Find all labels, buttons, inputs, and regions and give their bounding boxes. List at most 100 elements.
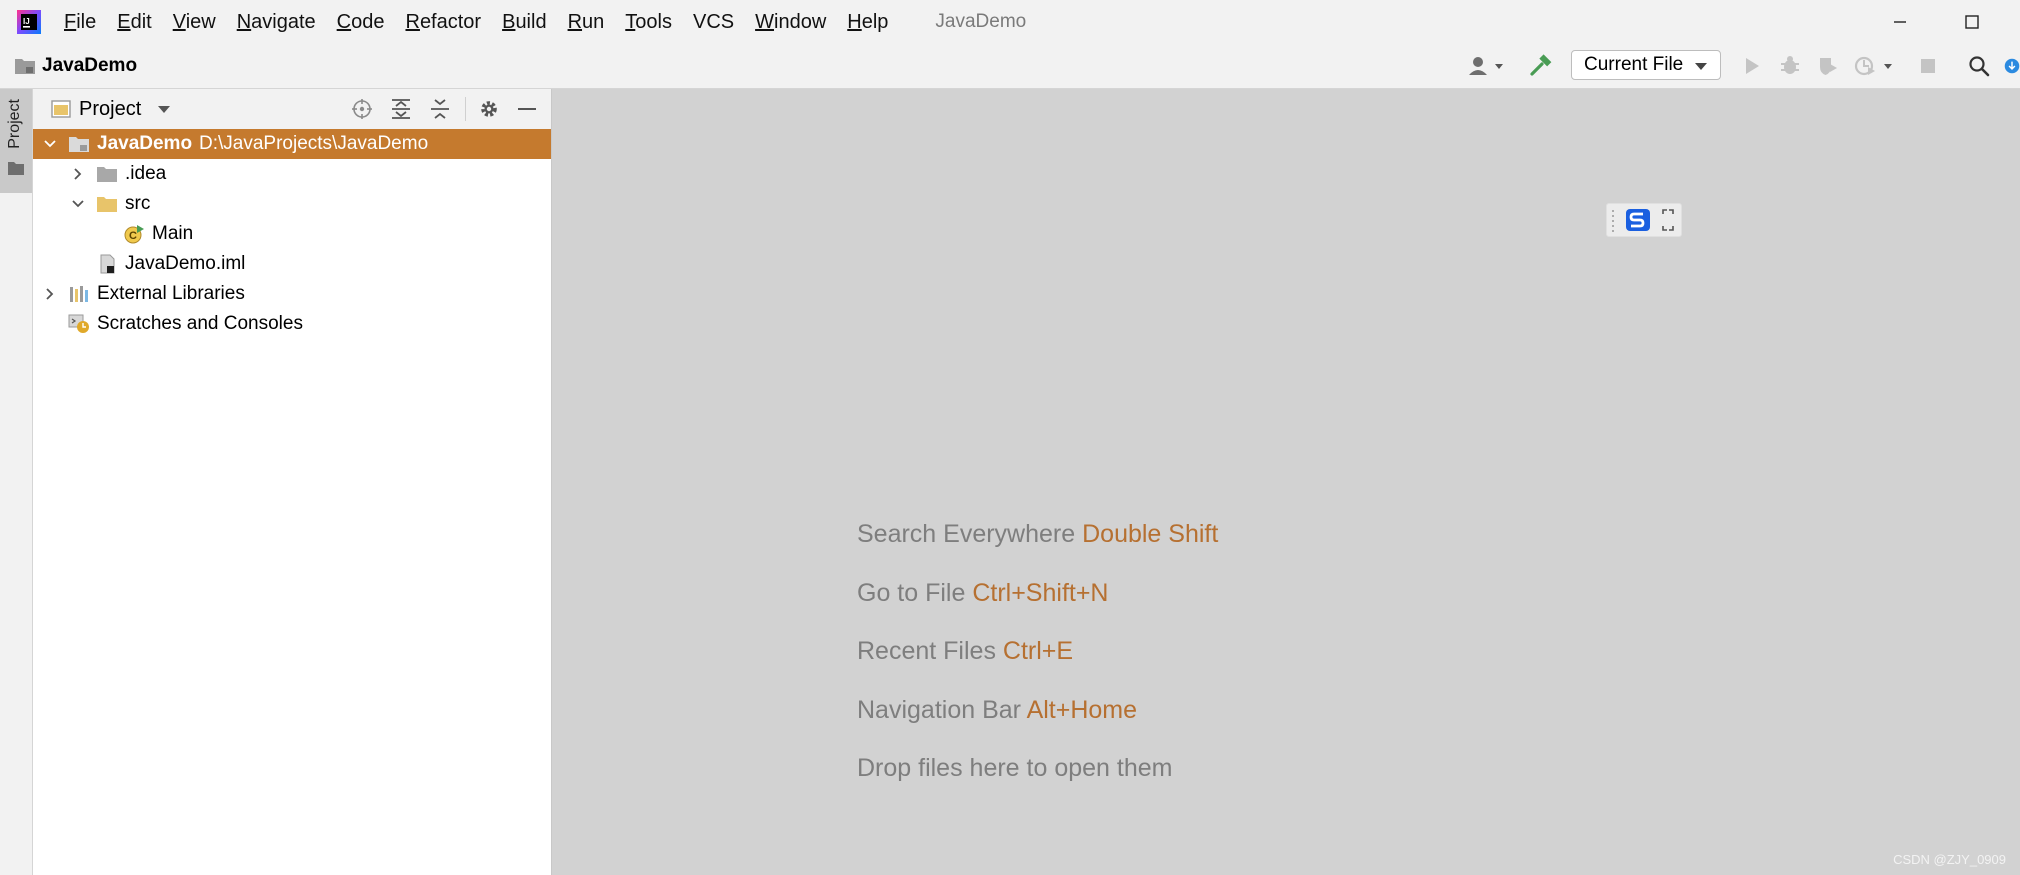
menu-bar: IJ File Edit View Navigate Code Refactor… (0, 0, 2020, 45)
chevron-right-icon[interactable] (43, 287, 57, 301)
run-icon (1746, 58, 1759, 74)
menu-view[interactable]: View (173, 11, 216, 34)
project-view-icon (51, 100, 71, 118)
project-folder-icon (68, 134, 90, 154)
vcs-user-button[interactable] (1466, 52, 1510, 80)
tree-node-external-libraries[interactable]: External Libraries (33, 279, 551, 309)
scratches-icon (68, 314, 90, 334)
chevron-down-icon[interactable] (71, 197, 85, 211)
chevron-down-icon[interactable] (43, 137, 57, 151)
sogou-input-icon[interactable] (1625, 208, 1651, 232)
menu-code[interactable]: Code (337, 11, 385, 34)
search-everywhere-button[interactable] (1964, 52, 1994, 80)
build-button[interactable] (1526, 52, 1556, 80)
menu-refactor[interactable]: Refactor (405, 11, 481, 34)
coverage-button[interactable] (1814, 52, 1842, 80)
updates-button[interactable] (2004, 52, 2020, 80)
menu-tools[interactable]: Tools (625, 11, 672, 34)
project-tab-label: Project (6, 99, 23, 149)
expand-all-icon (392, 99, 410, 119)
tree-node-scratches[interactable]: Scratches and Consoles (33, 309, 551, 339)
minimize-icon (518, 108, 536, 110)
tree-label: Main (152, 223, 194, 244)
project-tool-window-tab[interactable]: Project (0, 89, 32, 193)
hint-text: Search Everywhere (857, 520, 1076, 548)
hint-shortcut: Double Shift (1082, 520, 1219, 548)
tree-label: src (125, 193, 151, 214)
drag-handle-icon[interactable] (1611, 208, 1615, 232)
hint-recent-files: Recent Files Ctrl+E (857, 637, 1073, 666)
tree-label: External Libraries (97, 283, 245, 304)
debug-button[interactable] (1776, 52, 1804, 80)
watermark: CSDN @ZJY_0909 (1893, 852, 2006, 867)
chevron-right-icon[interactable] (71, 167, 85, 181)
tree-node-project-root[interactable]: JavaDemo D:\JavaProjects\JavaDemo (33, 129, 551, 159)
hint-text: Drop files here to open them (857, 754, 1173, 782)
hint-go-to-file: Go to File Ctrl+Shift+N (857, 579, 1109, 608)
hint-search-everywhere: Search Everywhere Double Shift (857, 520, 1218, 549)
collapse-all-button[interactable] (427, 97, 453, 121)
bug-icon (1781, 56, 1799, 74)
shield-icon (1820, 58, 1837, 75)
panel-options-button[interactable] (476, 97, 502, 121)
stop-icon (1921, 59, 1935, 73)
minimize-button[interactable] (1880, 8, 1920, 36)
hint-shortcut: Ctrl+E (1002, 637, 1074, 665)
hint-text: Navigation Bar (857, 696, 1021, 724)
hint-navigation-bar: Navigation Bar Alt+Home (857, 696, 1137, 725)
crosshair-icon (352, 99, 372, 119)
library-icon (68, 284, 90, 304)
tree-node-iml[interactable]: JavaDemo.iml (33, 249, 551, 279)
tree-label: JavaDemo (97, 133, 193, 154)
tree-node-src[interactable]: src (33, 189, 551, 219)
tree-label: Scratches and Consoles (97, 313, 303, 334)
tree-path: D:\JavaProjects\JavaDemo (199, 133, 429, 154)
editor-empty-area[interactable]: Search Everywhere Double Shift Go to Fil… (552, 89, 2020, 875)
breadcrumb[interactable]: JavaDemo (14, 55, 137, 77)
chevron-down-icon (1695, 63, 1707, 70)
window-title: JavaDemo (935, 11, 1027, 32)
tree-label: .idea (125, 163, 167, 184)
chevron-down-icon[interactable] (157, 105, 171, 114)
hide-panel-button[interactable] (514, 97, 540, 121)
gear-icon (481, 101, 497, 117)
hint-shortcut: Ctrl+Shift+N (972, 579, 1109, 607)
menu-run[interactable]: Run (568, 11, 605, 34)
module-file-icon (96, 254, 118, 274)
project-panel: Project JavaDemo D:\JavaProjects\JavaDem… (33, 89, 552, 875)
tree-node-idea[interactable]: .idea (33, 159, 551, 189)
hint-shortcut: Alt+Home (1026, 696, 1138, 724)
tool-window-stripe: Project (0, 89, 33, 875)
hint-text: Recent Files (857, 637, 996, 665)
profile-button[interactable] (1854, 52, 1898, 80)
intellij-logo-icon[interactable]: IJ (16, 9, 42, 35)
expand-icon[interactable] (1661, 208, 1675, 232)
menu-build[interactable]: Build (502, 11, 546, 34)
project-panel-header: Project (33, 89, 551, 129)
stop-button[interactable] (1914, 52, 1942, 80)
java-class-icon: C (123, 224, 145, 244)
breadcrumb-project[interactable]: JavaDemo (42, 55, 137, 77)
maximize-button[interactable] (1952, 8, 1992, 36)
menu-file[interactable]: File (64, 11, 96, 34)
menu-vcs[interactable]: VCS (693, 11, 734, 34)
run-button[interactable] (1738, 52, 1766, 80)
menu-edit[interactable]: Edit (117, 11, 151, 34)
search-icon (1969, 56, 1990, 77)
select-opened-file-button[interactable] (349, 97, 375, 121)
menu-help[interactable]: Help (847, 11, 888, 34)
project-panel-title[interactable]: Project (79, 98, 141, 121)
folder-icon (96, 164, 118, 184)
ime-toolbar[interactable] (1606, 203, 1682, 237)
run-configuration-dropdown[interactable]: Current File (1571, 50, 1721, 80)
profiler-icon (1854, 56, 1892, 76)
expand-all-button[interactable] (388, 97, 414, 121)
user-icon (1469, 57, 1503, 75)
folder-icon (8, 162, 24, 175)
tree-node-main[interactable]: C Main (33, 219, 551, 249)
menu-navigate[interactable]: Navigate (237, 11, 316, 34)
menu-window[interactable]: Window (755, 11, 826, 34)
header-divider (465, 97, 466, 121)
project-folder-icon (15, 59, 35, 74)
hint-text: Go to File (857, 579, 966, 607)
